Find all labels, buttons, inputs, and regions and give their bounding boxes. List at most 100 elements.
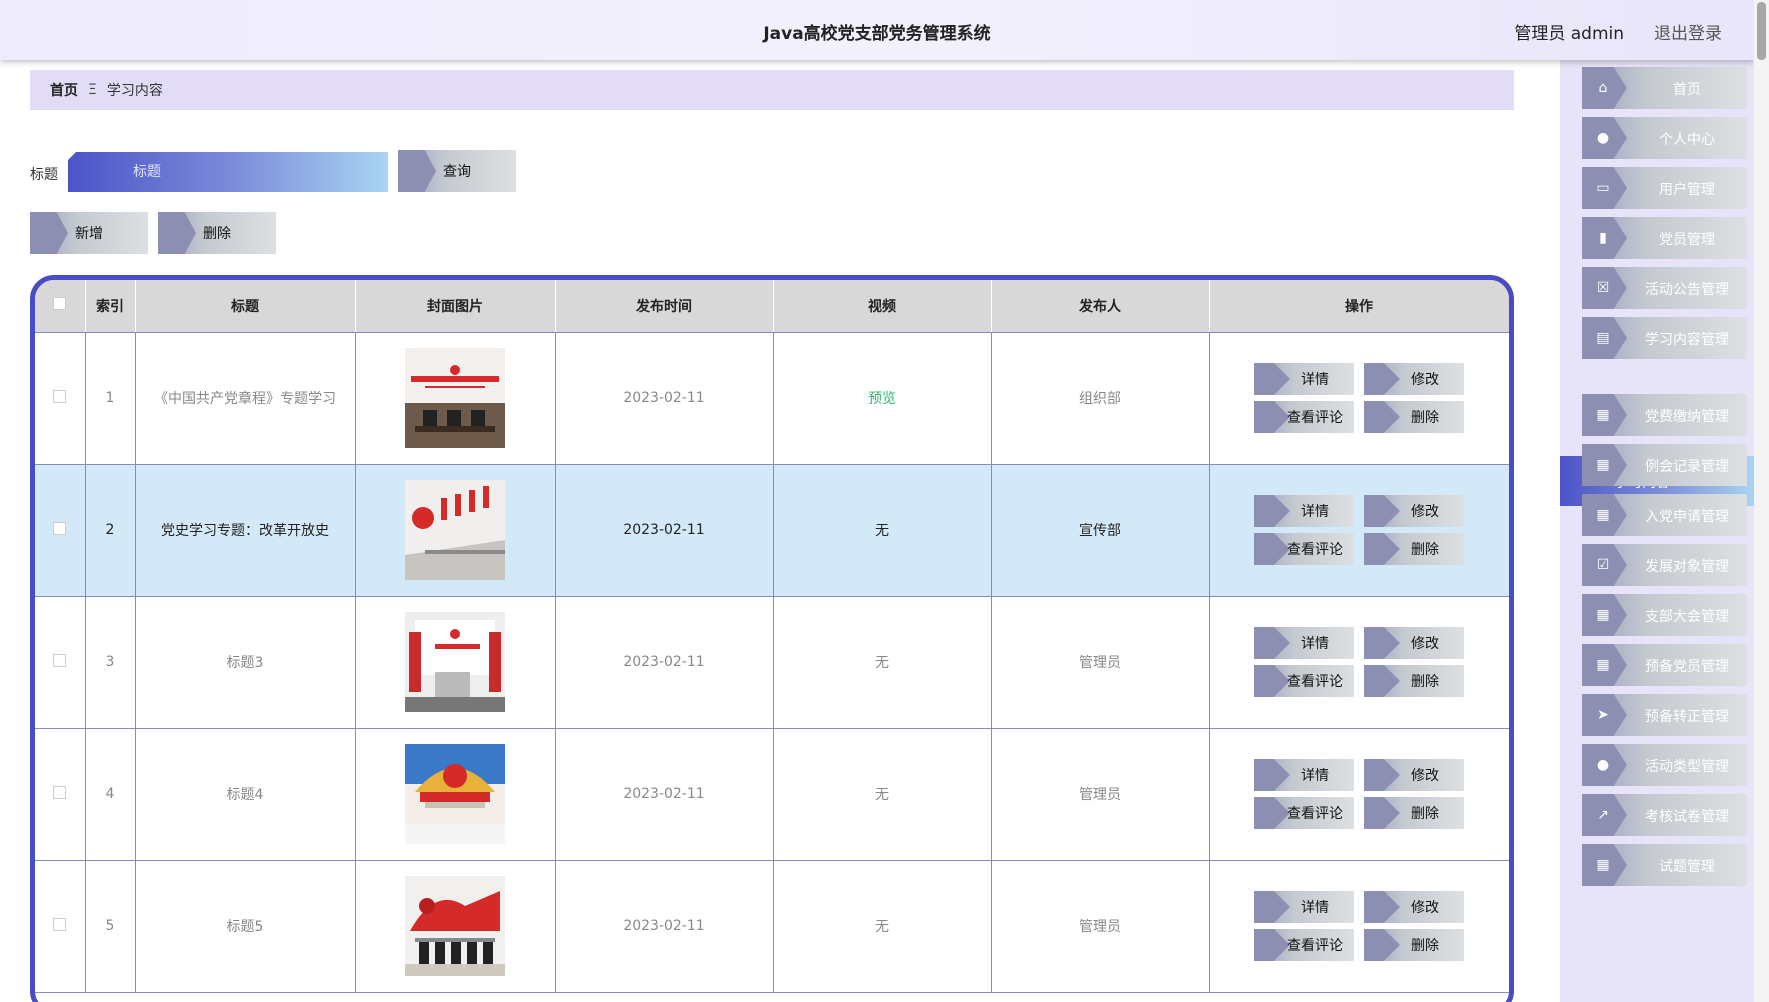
sidebar-item[interactable]: ▭ 用户管理: [1582, 167, 1747, 209]
view-comments-button[interactable]: 查看评论: [1254, 533, 1354, 565]
book-icon: ▮: [1599, 230, 1607, 246]
row-actions: 详情 修改 查看评论 删除: [1209, 860, 1509, 993]
query-button[interactable]: 查询: [398, 150, 516, 192]
button-flag-icon: [398, 150, 436, 192]
scrollbar-thumb[interactable]: [1757, 2, 1766, 60]
button-flag-icon: [1364, 665, 1400, 697]
sidebar-item-label: 学习内容管理: [1645, 332, 1729, 348]
edit-button[interactable]: 修改: [1364, 363, 1464, 395]
row-delete-button[interactable]: 删除: [1364, 929, 1464, 961]
title-search-input[interactable]: [68, 152, 388, 192]
sidebar-item[interactable]: ▦ 党费缴纳管理: [1582, 394, 1747, 436]
sidebar-item[interactable]: ▮ 党员管理: [1582, 217, 1747, 259]
row-title: 标题4: [135, 728, 356, 861]
sidebar-item[interactable]: ▦ 支部大会管理: [1582, 594, 1747, 636]
header-index: 索引: [85, 280, 136, 333]
row-select-cell[interactable]: [35, 332, 86, 465]
row-checkbox[interactable]: [53, 389, 67, 403]
row-delete-button[interactable]: 删除: [1364, 665, 1464, 697]
input-notch: [68, 152, 76, 160]
sidebar-item[interactable]: ● 活动类型管理: [1582, 744, 1747, 786]
button-flag-icon: [1364, 627, 1400, 659]
sidebar-item[interactable]: ▤ 学习内容管理: [1582, 317, 1747, 359]
edit-button[interactable]: 修改: [1364, 627, 1464, 659]
row-cover-cell: [355, 860, 556, 993]
row-actions: 详情 修改 查看评论 删除: [1209, 332, 1509, 465]
sidebar-item[interactable]: ● 个人中心: [1582, 117, 1747, 159]
row-index: 5: [85, 860, 136, 993]
sidebar-item[interactable]: ➤ 预备转正管理: [1582, 694, 1747, 736]
logout-link[interactable]: 退出登录: [1654, 19, 1722, 44]
detail-button[interactable]: 详情: [1254, 627, 1354, 659]
row-cover-cell: [355, 332, 556, 465]
button-flag-icon: [158, 212, 196, 254]
sidebar-item[interactable]: ↗ 考核试卷管理: [1582, 794, 1747, 836]
row-index: 4: [85, 728, 136, 861]
edit-button[interactable]: 修改: [1364, 495, 1464, 527]
view-comments-button[interactable]: 查看评论: [1254, 797, 1354, 829]
batch-delete-button[interactable]: 删除: [158, 212, 276, 254]
row-select-cell[interactable]: [35, 860, 86, 993]
row-select-cell[interactable]: [35, 596, 86, 729]
select-all-checkbox[interactable]: [53, 297, 67, 311]
view-comments-button[interactable]: 查看评论: [1254, 665, 1354, 697]
detail-button[interactable]: 详情: [1254, 891, 1354, 923]
row-select-cell[interactable]: [35, 728, 86, 861]
breadcrumb-home[interactable]: 首页: [50, 80, 78, 100]
row-title: 《中国共产党章程》专题学习: [135, 332, 356, 465]
header-publisher: 发布人: [991, 280, 1210, 333]
row-actions: 详情 修改 查看评论 删除: [1209, 596, 1509, 729]
table-row[interactable]: 5 标题5 2023-02-11 无管理员 详情 修改 查看评论 删除: [35, 860, 1509, 993]
row-publisher: 宣传部: [991, 464, 1210, 597]
table-row[interactable]: 3 标题3 2023-02-11 无管理员 详情 修改 查看评论 删除: [35, 596, 1509, 729]
header-video: 视频: [773, 280, 992, 333]
row-checkbox[interactable]: [53, 785, 67, 799]
row-cover-cell: [355, 464, 556, 597]
row-delete-button[interactable]: 删除: [1364, 401, 1464, 433]
table-row[interactable]: 1 《中国共产党章程》专题学习 2023-02-11 预览 组织部 详情 修改 查看评论 删除: [35, 332, 1509, 465]
monitor-icon: ▭: [1596, 180, 1610, 196]
cover-image: [405, 480, 505, 580]
header-select-all[interactable]: [35, 280, 86, 333]
cover-image: [405, 876, 505, 976]
table-row[interactable]: 4 标题4 2023-02-11 无管理员 详情 修改 查看评论 删除: [35, 728, 1509, 861]
row-publisher: 组织部: [991, 332, 1210, 465]
sidebar-item[interactable]: ▦ 预备党员管理: [1582, 644, 1747, 686]
sidebar-item-label: 党费缴纳管理: [1645, 409, 1729, 425]
row-title: 标题3: [135, 596, 356, 729]
view-comments-button[interactable]: 查看评论: [1254, 929, 1354, 961]
edit-button[interactable]: 修改: [1364, 759, 1464, 791]
sidebar-item[interactable]: ▦ 例会记录管理: [1582, 444, 1747, 486]
video-preview-link[interactable]: 预览: [868, 391, 896, 407]
edit-button[interactable]: 修改: [1364, 891, 1464, 923]
button-flag-icon: [1364, 891, 1400, 923]
row-delete-button[interactable]: 删除: [1364, 797, 1464, 829]
view-comments-button[interactable]: 查看评论: [1254, 401, 1354, 433]
add-button[interactable]: 新增: [30, 212, 148, 254]
video-cell-text: 无: [875, 919, 889, 935]
sidebar-item[interactable]: ▦ 试题管理: [1582, 844, 1747, 886]
row-delete-button[interactable]: 删除: [1364, 533, 1464, 565]
row-cover-cell: [355, 596, 556, 729]
row-checkbox[interactable]: [53, 653, 67, 667]
header-date: 发布时间: [555, 280, 774, 333]
sidebar-item[interactable]: ☑ 发展对象管理: [1582, 544, 1747, 586]
breadcrumb-current: 学习内容: [106, 83, 163, 99]
table-row[interactable]: 2 党史学习专题：改革开放史 2023-02-11 无宣传部 详情 修改 查看评论 删除: [35, 464, 1509, 597]
scrollbar[interactable]: [1754, 0, 1769, 1002]
header-actions: 操作: [1209, 280, 1509, 333]
button-flag-icon: [1254, 797, 1290, 829]
detail-button[interactable]: 详情: [1254, 363, 1354, 395]
sidebar-item[interactable]: ⌂ 首页: [1582, 67, 1747, 109]
row-checkbox[interactable]: [53, 917, 67, 931]
row-select-cell[interactable]: [35, 464, 86, 597]
button-flag-icon: [30, 212, 68, 254]
row-index: 2: [85, 464, 136, 597]
sidebar-item[interactable]: ▦ 入党申请管理: [1582, 494, 1747, 536]
detail-button[interactable]: 详情: [1254, 759, 1354, 791]
button-flag-icon: [1364, 759, 1400, 791]
row-video: 无: [773, 860, 992, 993]
sidebar-item[interactable]: ☒ 活动公告管理: [1582, 267, 1747, 309]
row-checkbox[interactable]: [53, 521, 67, 535]
detail-button[interactable]: 详情: [1254, 495, 1354, 527]
